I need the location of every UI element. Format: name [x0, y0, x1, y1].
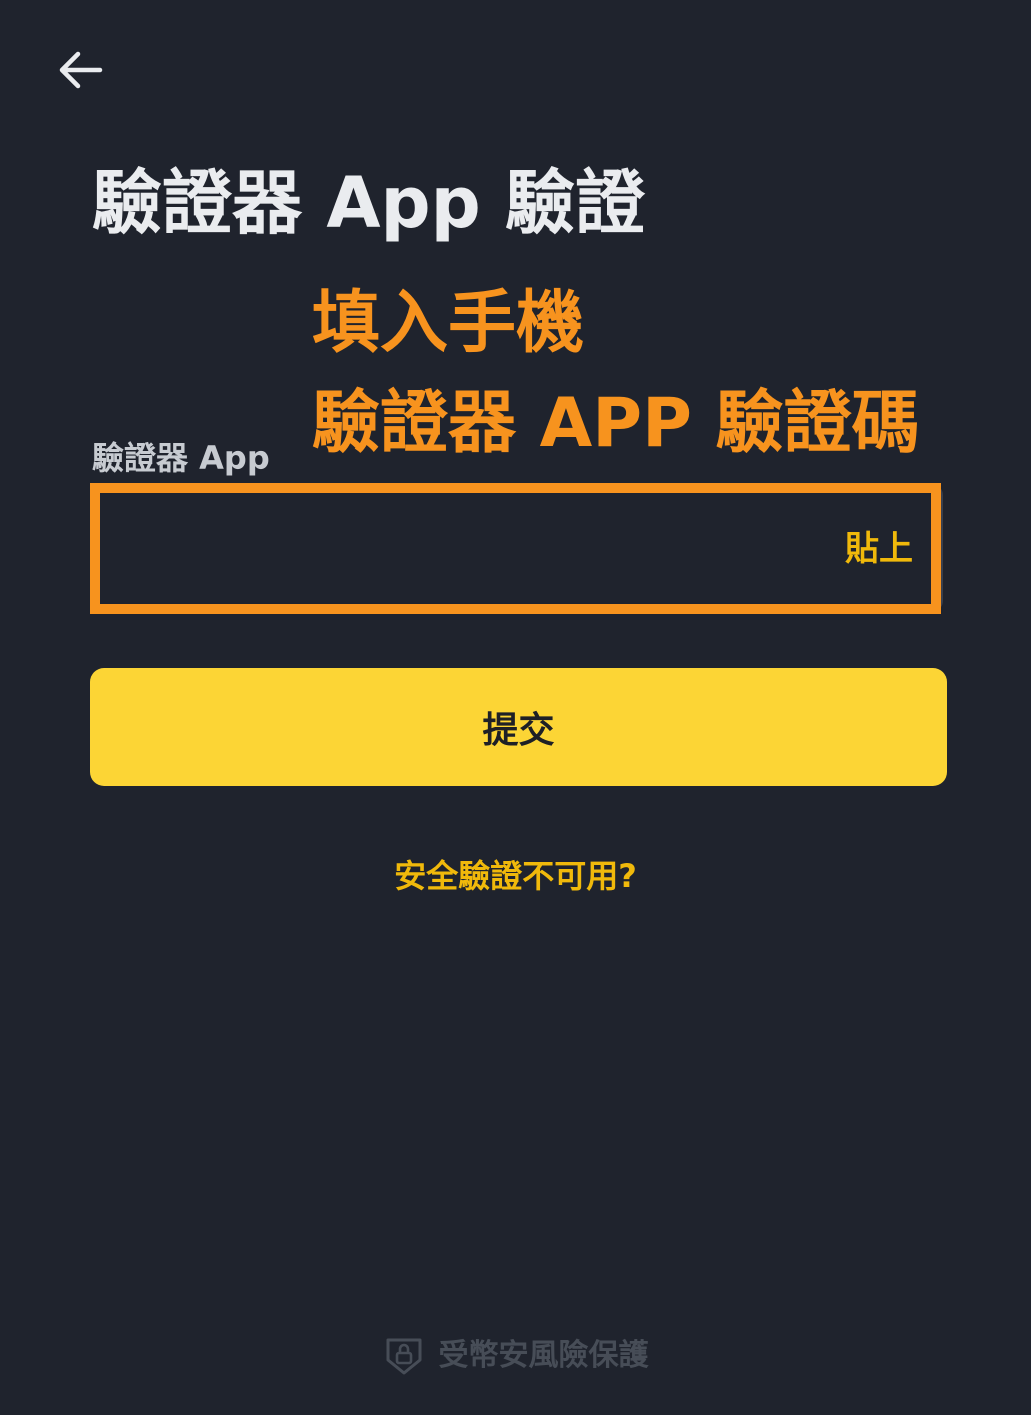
security-verification-unavailable-link[interactable]: 安全驗證不可用? [0, 852, 1031, 900]
authenticator-field-label: 驗證器 App [92, 439, 270, 477]
instruction-annotation: 填入手機 驗證器 APP 驗證碼 [312, 274, 920, 474]
paste-button[interactable]: 貼上 [845, 527, 913, 571]
back-button[interactable] [52, 44, 108, 96]
shield-lock-icon [383, 1335, 425, 1377]
submit-button[interactable]: 提交 [90, 668, 947, 786]
annotation-line-2: 驗證器 APP 驗證碼 [312, 384, 920, 463]
submit-button-label: 提交 [482, 710, 555, 751]
footer-text: 受幣安風險保護 [438, 1338, 649, 1373]
page-title: 驗證器 App 驗證 [92, 162, 646, 244]
arrow-left-icon [52, 44, 108, 96]
footer-protection-notice: 受幣安風險保護 [0, 1333, 1031, 1379]
authenticator-code-field: 貼上 [92, 485, 943, 611]
annotation-line-1: 填入手機 [312, 284, 585, 363]
authenticator-code-input[interactable] [114, 507, 798, 591]
